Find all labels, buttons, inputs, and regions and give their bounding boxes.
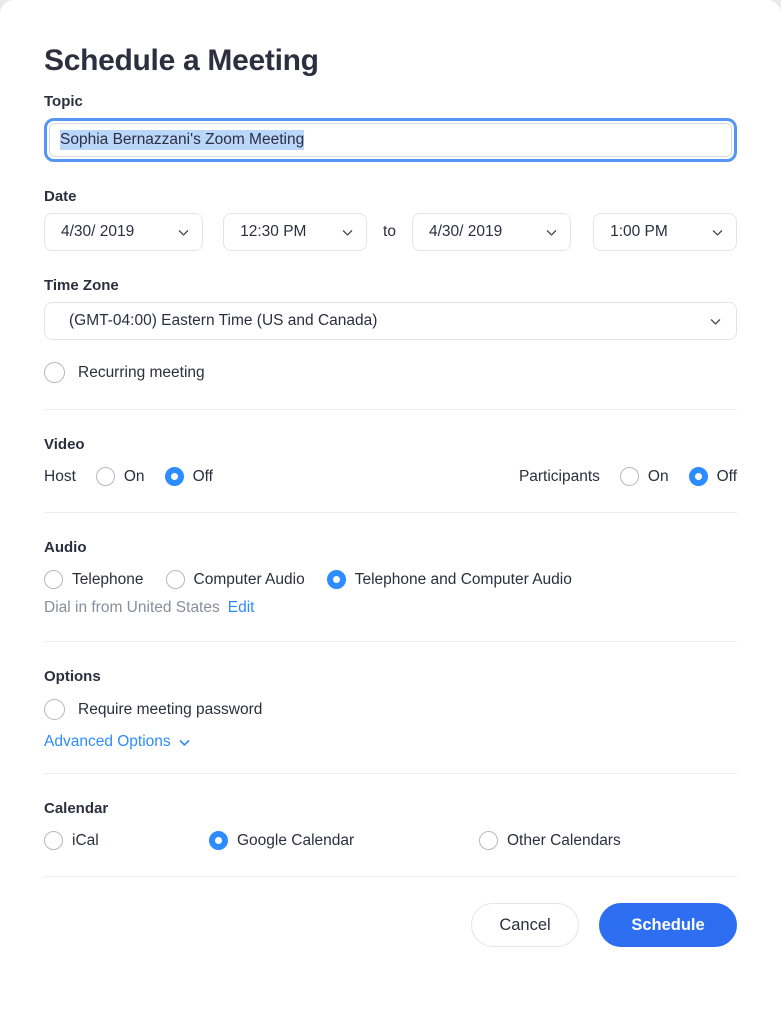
video-host-label: Host bbox=[44, 467, 76, 485]
calendar-ical-radio[interactable]: iCal bbox=[44, 831, 209, 850]
options-section-label: Options bbox=[44, 668, 101, 685]
topic-input-focus-ring: Sophia Bernazzani's Zoom Meeting bbox=[44, 118, 737, 162]
recurring-meeting-checkbox[interactable]: Recurring meeting bbox=[44, 362, 737, 383]
audio-both-label: Telephone and Computer Audio bbox=[354, 570, 572, 588]
chevron-down-icon bbox=[711, 226, 724, 239]
calendar-google-label: Google Calendar bbox=[237, 831, 355, 849]
chevron-down-icon bbox=[709, 315, 722, 328]
radio-icon bbox=[619, 467, 639, 486]
dialog-footer: Cancel Schedule bbox=[44, 877, 737, 947]
date-row: 4/30/ 2019 12:30 PM to 4/30/ 2019 1:00 P… bbox=[44, 213, 737, 251]
chevron-down-icon bbox=[178, 736, 191, 749]
topic-input[interactable]: Sophia Bernazzani's Zoom Meeting bbox=[49, 123, 732, 157]
radio-selected-icon bbox=[688, 467, 708, 486]
topic-label: Topic bbox=[44, 93, 83, 110]
radio-icon bbox=[44, 570, 63, 589]
calendar-google-radio[interactable]: Google Calendar bbox=[209, 831, 479, 850]
recurring-meeting-label: Recurring meeting bbox=[78, 363, 205, 381]
start-date-select[interactable]: 4/30/ 2019 bbox=[44, 213, 204, 251]
end-date-select[interactable]: 4/30/ 2019 bbox=[411, 213, 572, 251]
audio-computer-label: Computer Audio bbox=[193, 570, 305, 588]
timezone-value: (GMT-04:00) Eastern Time (US and Canada) bbox=[69, 312, 378, 329]
schedule-meeting-dialog: Schedule a Meeting Topic Sophia Bernazza… bbox=[0, 0, 781, 1024]
calendar-ical-label: iCal bbox=[72, 831, 99, 849]
radio-selected-icon bbox=[326, 570, 346, 589]
page-title: Schedule a Meeting bbox=[44, 44, 319, 77]
checkbox-icon bbox=[44, 362, 65, 383]
dialog-content: Schedule a Meeting Topic Sophia Bernazza… bbox=[0, 0, 781, 947]
audio-computer-radio[interactable]: Computer Audio bbox=[165, 570, 305, 589]
require-password-label: Require meeting password bbox=[78, 700, 263, 718]
video-row: Host On Off Participants On Off bbox=[44, 467, 737, 486]
dial-in-edit-link[interactable]: Edit bbox=[228, 599, 255, 617]
dial-in-row: Dial in from United States Edit bbox=[44, 599, 737, 617]
schedule-button[interactable]: Schedule bbox=[599, 903, 737, 947]
video-participants-on-radio[interactable]: On bbox=[619, 467, 669, 486]
video-participants-on-label: On bbox=[647, 467, 669, 485]
video-section: Video Host On Off Participants On Off bbox=[44, 410, 737, 486]
video-participants-off-radio[interactable]: Off bbox=[688, 467, 737, 486]
start-time-select[interactable]: 12:30 PM bbox=[223, 213, 368, 251]
advanced-options-label: Advanced Options bbox=[44, 733, 171, 750]
chevron-down-icon bbox=[545, 226, 558, 239]
date-range-separator: to bbox=[383, 223, 396, 240]
end-date-value: 4/30/ 2019 bbox=[428, 223, 503, 240]
end-time-select[interactable]: 1:00 PM bbox=[593, 213, 737, 251]
calendar-options-row: iCal Google Calendar Other Calendars bbox=[44, 831, 737, 850]
audio-both-radio[interactable]: Telephone and Computer Audio bbox=[326, 570, 572, 589]
checkbox-icon bbox=[44, 699, 65, 720]
radio-icon bbox=[479, 831, 498, 850]
video-host-off-radio[interactable]: Off bbox=[164, 467, 213, 486]
dial-in-text: Dial in from United States bbox=[44, 599, 220, 616]
radio-icon bbox=[165, 570, 185, 589]
video-host-on-label: On bbox=[123, 467, 145, 485]
video-host-off-label: Off bbox=[192, 467, 213, 485]
start-time-value: 12:30 PM bbox=[240, 223, 307, 240]
options-section: Options Require meeting password Advance… bbox=[44, 642, 737, 751]
calendar-other-label: Other Calendars bbox=[507, 831, 621, 849]
video-participants-label: Participants bbox=[518, 467, 600, 485]
radio-icon bbox=[95, 467, 115, 486]
calendar-section: Calendar iCal Google Calendar Other Cale… bbox=[44, 774, 737, 850]
radio-selected-icon bbox=[164, 467, 184, 486]
require-password-checkbox[interactable]: Require meeting password bbox=[44, 699, 737, 720]
audio-telephone-label: Telephone bbox=[72, 570, 144, 588]
audio-section: Audio Telephone Computer Audio Telephone… bbox=[44, 513, 737, 617]
audio-section-label: Audio bbox=[44, 539, 87, 556]
chevron-down-icon bbox=[341, 226, 354, 239]
advanced-options-toggle[interactable]: Advanced Options bbox=[44, 733, 737, 751]
video-host-on-radio[interactable]: On bbox=[95, 467, 145, 486]
timezone-label: Time Zone bbox=[44, 277, 119, 294]
calendar-other-radio[interactable]: Other Calendars bbox=[479, 831, 621, 850]
radio-icon bbox=[44, 831, 63, 850]
end-time-value: 1:00 PM bbox=[610, 223, 668, 240]
chevron-down-icon bbox=[177, 226, 190, 239]
cancel-button[interactable]: Cancel bbox=[471, 903, 579, 947]
topic-input-value: Sophia Bernazzani's Zoom Meeting bbox=[60, 130, 305, 150]
audio-telephone-radio[interactable]: Telephone bbox=[44, 570, 144, 589]
audio-options-row: Telephone Computer Audio Telephone and C… bbox=[44, 570, 737, 589]
video-participants-off-label: Off bbox=[716, 467, 737, 485]
video-section-label: Video bbox=[44, 436, 85, 453]
date-label: Date bbox=[44, 188, 77, 205]
timezone-select[interactable]: (GMT-04:00) Eastern Time (US and Canada) bbox=[44, 302, 737, 340]
calendar-section-label: Calendar bbox=[44, 800, 109, 817]
radio-selected-icon bbox=[209, 831, 228, 850]
start-date-value: 4/30/ 2019 bbox=[61, 223, 135, 240]
